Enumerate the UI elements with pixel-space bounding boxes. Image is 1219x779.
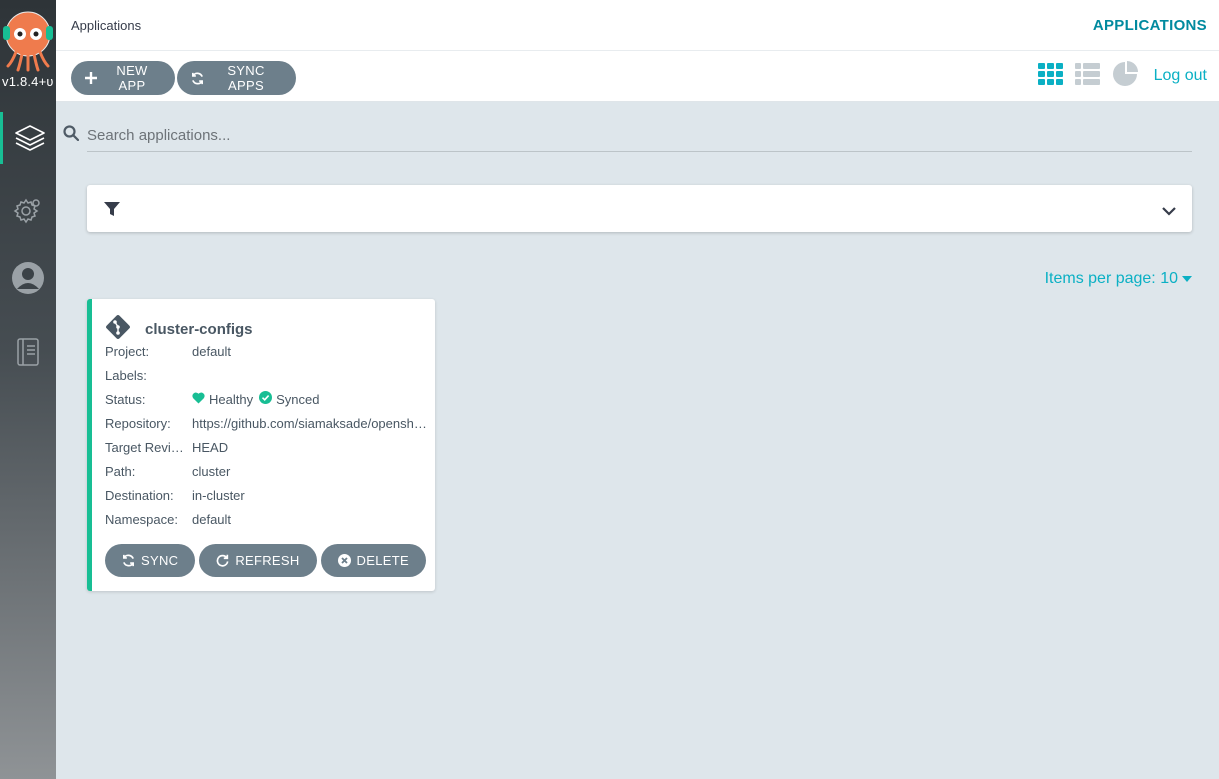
user-icon xyxy=(12,262,44,294)
plus-icon xyxy=(85,72,97,84)
top-header: Applications APPLICATIONS xyxy=(56,0,1219,51)
refresh-label: REFRESH xyxy=(235,553,300,568)
search-icon xyxy=(63,125,80,146)
field-path: Path: cluster xyxy=(105,459,427,483)
field-status: Status: Healthy Synced xyxy=(105,387,427,411)
list-view-icon[interactable] xyxy=(1074,62,1100,90)
sidebar-item-user-info[interactable] xyxy=(0,252,56,304)
sync-status: Synced xyxy=(276,391,320,407)
field-key: Destination: xyxy=(105,487,174,503)
new-app-label: NEW APP xyxy=(116,63,148,93)
field-key: Repository: xyxy=(105,415,171,431)
argo-logo[interactable] xyxy=(2,8,54,72)
field-target-revision: Target Revision: HEAD xyxy=(105,435,427,459)
toolbar: NEW APP SYNC APPS Log out xyxy=(56,51,1219,102)
gear-icon xyxy=(13,198,40,224)
field-key: Status: xyxy=(105,391,146,407)
section-title: APPLICATIONS xyxy=(1092,17,1207,34)
app-name[interactable]: cluster-configs xyxy=(145,321,253,338)
sync-icon xyxy=(191,72,204,85)
field-value: in-cluster xyxy=(192,487,245,503)
layers-icon xyxy=(14,125,45,151)
refresh-icon xyxy=(216,554,229,567)
field-value: cluster xyxy=(192,463,231,479)
new-app-button[interactable]: NEW APP xyxy=(71,61,175,95)
delete-label: DELETE xyxy=(356,553,409,568)
docs-icon xyxy=(17,338,39,366)
field-key: Target Revision: xyxy=(105,439,192,455)
filters-panel[interactable] xyxy=(87,185,1192,232)
field-value: default xyxy=(192,343,232,359)
close-circle-icon xyxy=(337,554,351,567)
refresh-button[interactable]: REFRESH xyxy=(199,544,317,577)
field-project: Project: default xyxy=(105,339,427,363)
field-namespace: Namespace: default xyxy=(105,507,427,531)
sync-label: SYNC xyxy=(141,553,179,568)
page-title: Applications xyxy=(71,18,142,33)
tiles-view-icon[interactable] xyxy=(1037,62,1063,90)
field-key: Labels: xyxy=(105,367,147,383)
field-key: Namespace: xyxy=(105,511,178,527)
version-label: v1.8.4+ʋ xyxy=(2,74,54,89)
summary-pie-icon[interactable] xyxy=(1112,60,1138,92)
sync-apps-button[interactable]: SYNC APPS xyxy=(177,61,296,95)
chevron-down-icon[interactable] xyxy=(1162,203,1176,221)
items-per-page-label: Items per page: 10 xyxy=(1044,270,1178,287)
sidebar-item-docs[interactable] xyxy=(0,326,56,378)
field-labels: Labels: xyxy=(105,363,427,387)
sync-icon xyxy=(122,554,135,567)
filter-icon xyxy=(104,201,120,222)
delete-button[interactable]: DELETE xyxy=(320,544,426,577)
field-value: default xyxy=(192,511,232,527)
sidebar-item-settings[interactable] xyxy=(0,184,56,236)
health-status: Healthy xyxy=(209,391,254,407)
items-per-page-dropdown[interactable]: Items per page: 10 xyxy=(1045,270,1192,288)
app-card[interactable]: cluster-configs Project: default Labels:… xyxy=(87,299,435,591)
field-key: Path: xyxy=(105,463,136,479)
sync-button[interactable]: SYNC xyxy=(105,544,196,577)
field-value: https://github.com/siamaksade/openshift-… xyxy=(192,415,427,431)
sync-apps-label: SYNC APPS xyxy=(227,63,265,93)
caret-down-icon xyxy=(1182,270,1192,288)
field-repository: Repository: https://github.com/siamaksad… xyxy=(105,411,427,435)
field-key: Project: xyxy=(105,343,150,359)
check-circle-icon xyxy=(259,391,273,407)
sidebar: v1.8.4+ʋ xyxy=(0,0,56,779)
field-destination: Destination: in-cluster xyxy=(105,483,427,507)
heart-icon xyxy=(192,392,205,407)
sidebar-item-applications[interactable] xyxy=(0,112,56,164)
search-input[interactable] xyxy=(87,120,1192,152)
logout-link[interactable]: Log out xyxy=(1154,67,1207,85)
field-value: HEAD xyxy=(192,439,229,455)
